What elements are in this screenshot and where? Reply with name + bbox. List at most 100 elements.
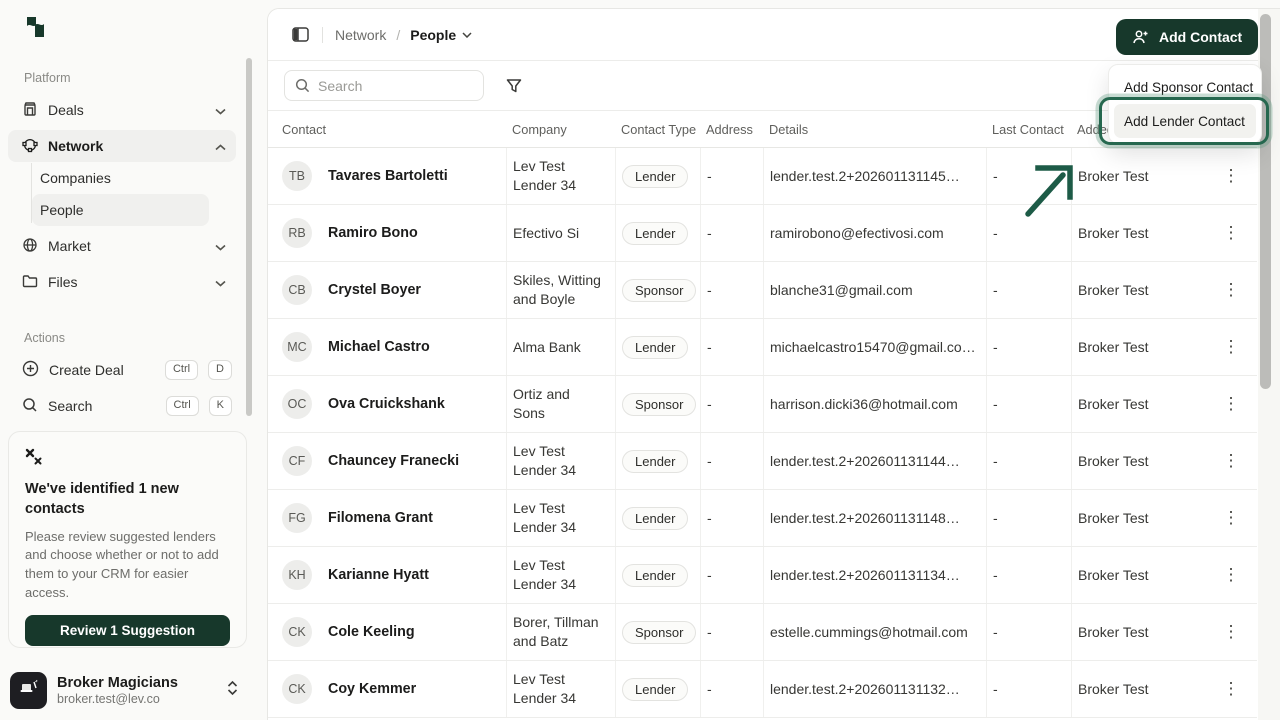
row-menu-button[interactable]: ⋮ (1217, 276, 1245, 304)
last-contact-cell: - (986, 262, 1071, 318)
sidebar-item-files[interactable]: Files (8, 266, 236, 298)
contact-type-badge: Sponsor (622, 279, 696, 302)
address-cell: - (700, 547, 763, 603)
keycap: Ctrl (166, 396, 199, 415)
person-add-icon (1132, 29, 1150, 45)
sidebar-item-network[interactable]: Network (8, 130, 236, 162)
added-by-cell: Broker Test (1071, 148, 1211, 204)
chevron-up-down-icon (227, 680, 238, 701)
table-row[interactable]: TB Tavares Bartoletti Lev Test Lender 34… (268, 148, 1257, 205)
contacts-table-body: TB Tavares Bartoletti Lev Test Lender 34… (268, 148, 1257, 718)
avatar: CB (282, 275, 312, 305)
column-header-contact[interactable]: Contact (268, 122, 506, 137)
scrollbar-thumb[interactable] (1260, 14, 1271, 389)
contact-type-badge: Sponsor (622, 393, 696, 416)
breadcrumb-separator: / (396, 27, 400, 43)
row-menu-button[interactable]: ⋮ (1217, 390, 1245, 418)
row-menu-button[interactable]: ⋮ (1217, 162, 1245, 190)
sub-item-label: Companies (40, 170, 111, 186)
row-menu-button[interactable]: ⋮ (1217, 504, 1245, 532)
column-header-address[interactable]: Address (700, 122, 763, 137)
added-by-cell: Broker Test (1071, 433, 1211, 489)
contact-type-badge: Lender (622, 336, 688, 359)
chevron-up-icon (215, 138, 226, 154)
search-box[interactable] (284, 70, 484, 101)
sidebar-item-companies[interactable]: Companies (32, 162, 209, 194)
breadcrumb-people[interactable]: People (410, 27, 472, 43)
address-cell: - (700, 376, 763, 432)
sidebar-item-market[interactable]: Market (8, 230, 236, 262)
row-menu-button[interactable]: ⋮ (1217, 675, 1245, 703)
menu-item-add-lender-contact[interactable]: Add Lender Contact (1114, 104, 1256, 138)
table-row[interactable]: MC Michael Castro Alma Bank Lender - mic… (268, 319, 1257, 376)
table-row[interactable]: CB Crystel Boyer Skiles, Witting and Boy… (268, 262, 1257, 319)
avatar: TB (282, 161, 312, 191)
contact-name: Crystel Boyer (328, 282, 421, 298)
details-cell: blanche31@gmail.com (763, 262, 986, 318)
column-header-details[interactable]: Details (763, 122, 986, 137)
table-row[interactable]: RB Ramiro Bono Efectivo Si Lender - rami… (268, 205, 1257, 262)
column-header-company[interactable]: Company (506, 122, 615, 137)
company-cell: Efectivo Si (513, 224, 591, 243)
search-input[interactable] (318, 78, 458, 94)
address-cell: - (700, 433, 763, 489)
company-cell: Lev Test Lender 34 (513, 670, 615, 708)
search-icon (22, 397, 38, 416)
table-row[interactable]: CK Coy Kemmer Lev Test Lender 34 Lender … (268, 661, 1257, 718)
sidebar: Platform Deals Network Companies People … (0, 0, 265, 720)
suggestion-title: We've identified 1 new contacts (25, 479, 187, 520)
filter-icon[interactable] (506, 78, 522, 94)
details-cell: lender.test.2+202601131132… (763, 661, 986, 717)
keycap: D (208, 360, 232, 379)
review-suggestion-button[interactable]: Review 1 Suggestion (25, 615, 230, 646)
suggestion-body: Please review suggested lenders and choo… (25, 528, 230, 603)
deals-icon (22, 101, 38, 120)
divider (322, 27, 323, 43)
sub-item-label: People (40, 202, 84, 218)
breadcrumb-page-label: People (410, 27, 456, 43)
keycap: Ctrl (165, 360, 198, 379)
row-menu-button[interactable]: ⋮ (1217, 219, 1245, 247)
company-cell: Ortiz and Sons (513, 385, 615, 423)
added-by-cell: Broker Test (1071, 604, 1211, 660)
search-action[interactable]: Search Ctrl K (8, 390, 240, 422)
contact-name: Ova Cruickshank (328, 396, 445, 412)
company-cell: Lev Test Lender 34 (513, 442, 615, 480)
added-by-cell: Broker Test (1071, 205, 1211, 261)
chevron-down-icon (215, 102, 226, 118)
row-menu-button[interactable]: ⋮ (1217, 333, 1245, 361)
sidebar-item-label: Network (48, 138, 205, 154)
network-icon (22, 137, 38, 156)
create-deal-action[interactable]: Create Deal Ctrl D (8, 354, 240, 386)
table-row[interactable]: KH Karianne Hyatt Lev Test Lender 34 Len… (268, 547, 1257, 604)
avatar: CF (282, 446, 312, 476)
table-row[interactable]: OC Ova Cruickshank Ortiz and Sons Sponso… (268, 376, 1257, 433)
lev-logo-icon (22, 14, 49, 46)
sidebar-scrollbar[interactable] (246, 58, 252, 416)
sidebar-item-people[interactable]: People (32, 194, 209, 226)
suggestion-card: We've identified 1 new contacts Please r… (8, 431, 247, 648)
details-cell: lender.test.2+202601131145… (763, 148, 986, 204)
workspace-switcher[interactable]: Broker Magicians broker.test@lev.co (10, 668, 250, 712)
added-by-cell: Broker Test (1071, 319, 1211, 375)
added-by-cell: Broker Test (1071, 490, 1211, 546)
sidebar-item-deals[interactable]: Deals (8, 94, 236, 126)
column-header-last-contact[interactable]: Last Contact (986, 122, 1071, 137)
chevron-down-icon (215, 238, 226, 254)
row-menu-button[interactable]: ⋮ (1217, 447, 1245, 475)
breadcrumb-network[interactable]: Network (335, 27, 386, 43)
action-label: Search (48, 398, 156, 414)
add-contact-button[interactable]: Add Contact (1116, 19, 1258, 55)
table-row[interactable]: FG Filomena Grant Lev Test Lender 34 Len… (268, 490, 1257, 547)
table-row[interactable]: CF Chauncey Franecki Lev Test Lender 34 … (268, 433, 1257, 490)
row-menu-button[interactable]: ⋮ (1217, 561, 1245, 589)
row-menu-button[interactable]: ⋮ (1217, 618, 1245, 646)
contact-name: Tavares Bartoletti (328, 168, 448, 184)
column-header-contact-type[interactable]: Contact Type (615, 122, 700, 137)
table-row[interactable]: CK Cole Keeling Borer, Tillman and Batz … (268, 604, 1257, 661)
contact-type-badge: Lender (622, 450, 688, 473)
menu-item-add-sponsor-contact[interactable]: Add Sponsor Contact (1114, 70, 1256, 104)
company-cell: Alma Bank (513, 338, 593, 357)
sidebar-toggle-button[interactable] (286, 21, 314, 49)
address-cell: - (700, 661, 763, 717)
